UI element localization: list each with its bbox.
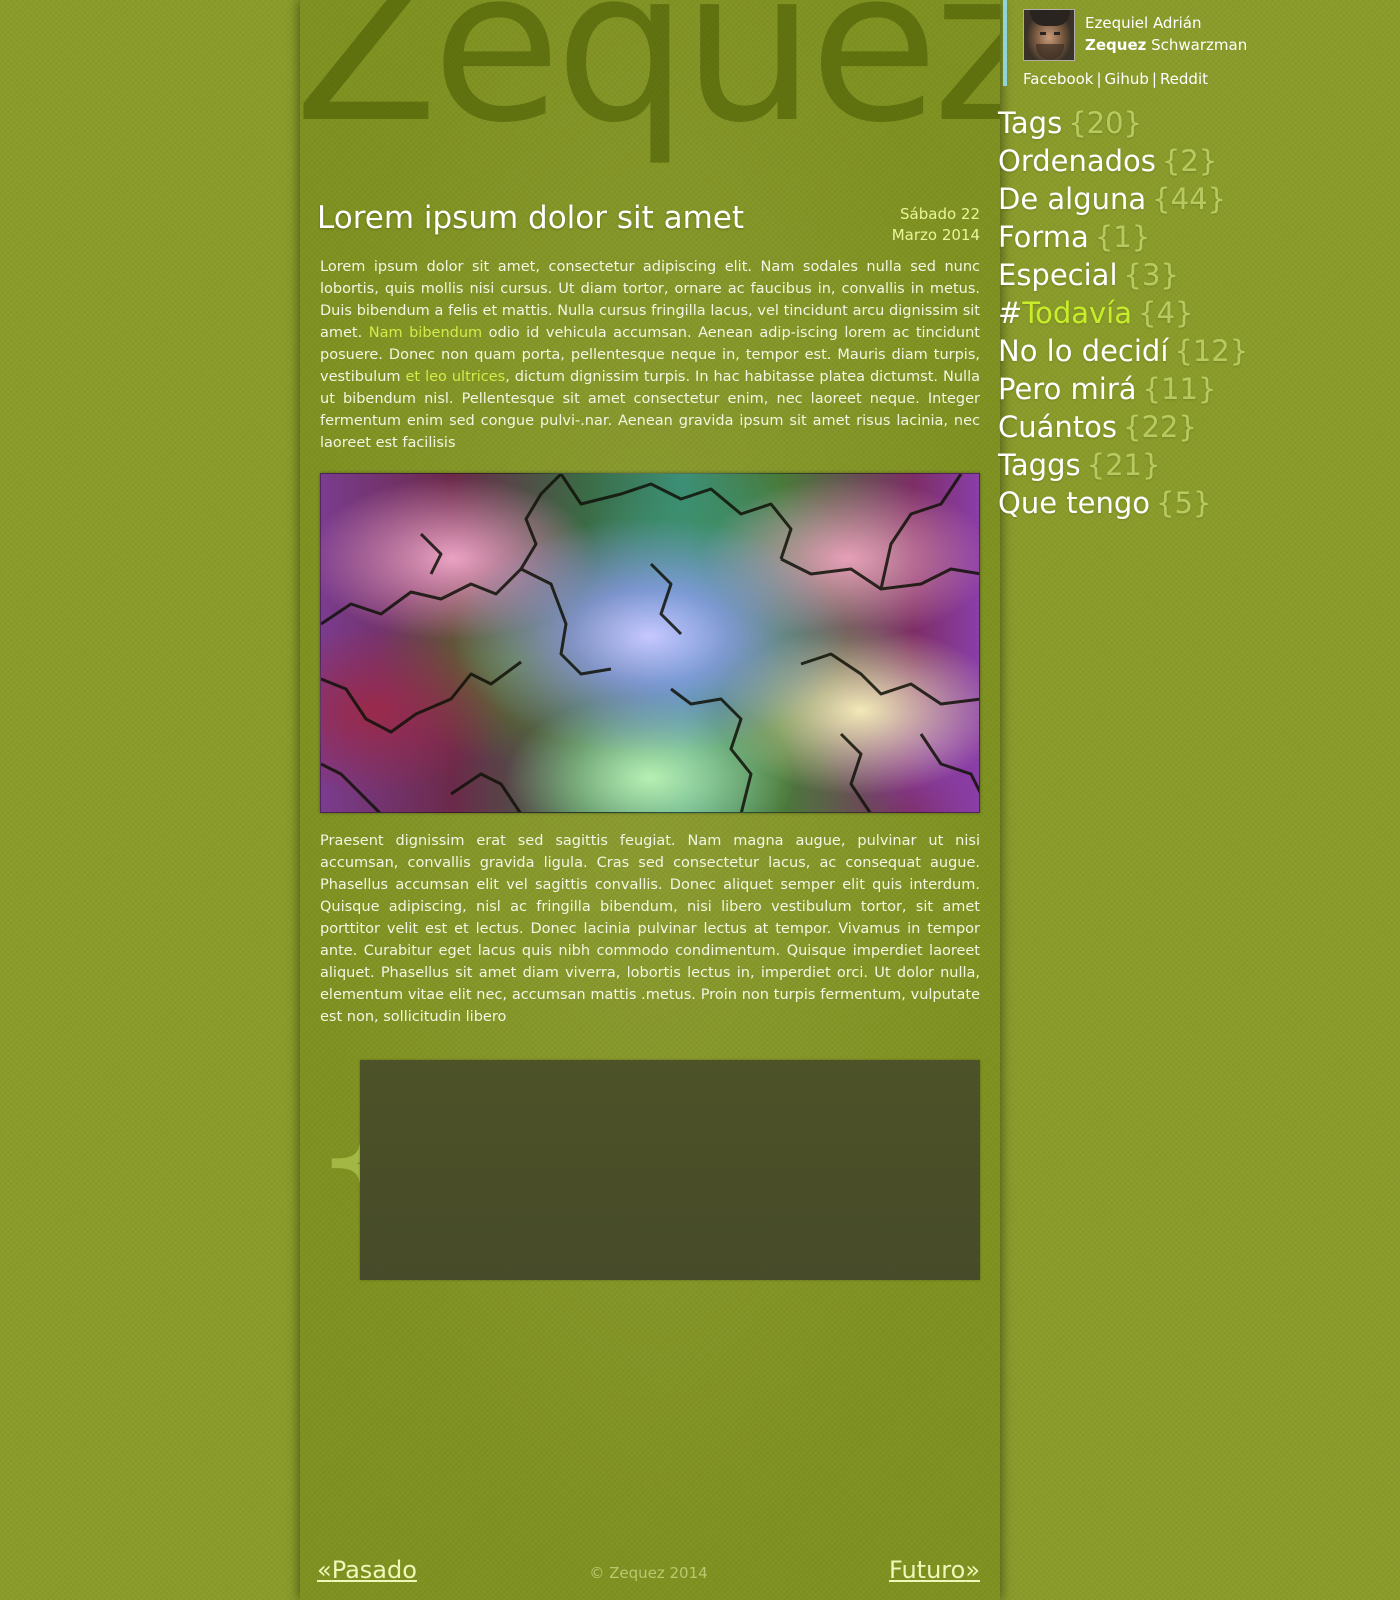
- tag-count: {22}: [1123, 410, 1197, 444]
- tag-label: Especial: [998, 258, 1118, 292]
- profile-accent-bar: [1003, 0, 1007, 86]
- tag-item-ordenados[interactable]: Ordenados {2}: [998, 142, 1400, 180]
- avatar[interactable]: [1023, 9, 1075, 61]
- tag-hash: #: [998, 296, 1023, 330]
- post-header: Lorem ipsum dolor sit amet Sábado 22 Mar…: [317, 200, 980, 250]
- post-hero-image: [320, 473, 980, 813]
- social-links: Facebook | Gihub | Reddit: [1023, 70, 1208, 88]
- profile-name-bold: Zequez: [1085, 36, 1147, 54]
- tag-count: {21}: [1086, 448, 1161, 482]
- embed-section: {: [308, 1050, 980, 1280]
- tag-label: Taggs: [998, 448, 1081, 482]
- embed-placeholder-box[interactable]: [360, 1060, 980, 1280]
- tag-label: Forma: [998, 220, 1089, 254]
- inline-link-nam-bibendum[interactable]: Nam bibendum: [369, 325, 482, 341]
- tag-count: {1}: [1094, 220, 1151, 254]
- post-title[interactable]: Lorem ipsum dolor sit amet: [317, 200, 744, 236]
- tag-label: Cuántos: [998, 410, 1118, 444]
- profile-card: Ezequiel Adrián Zequez Schwarzman Facebo…: [1003, 0, 1303, 88]
- copyright-text: © Zequez 2014: [589, 1564, 708, 1582]
- tag-item-que-tengo[interactable]: Que tengo {5}: [998, 484, 1400, 522]
- tag-label: Pero mirá: [998, 372, 1137, 406]
- tag-count: {4}: [1138, 296, 1194, 330]
- tag-count: {11}: [1142, 372, 1217, 406]
- tag-count: {12}: [1174, 334, 1249, 368]
- tag-item-todavia[interactable]: #Todavía {4}: [998, 294, 1400, 332]
- hero-crack-lines: [321, 474, 979, 812]
- tag-label: No lo decidí: [998, 334, 1169, 368]
- tag-count: {2}: [1161, 144, 1218, 178]
- main-column: Zequez Lorem ipsum dolor sit amet Sábado…: [300, 0, 1000, 1600]
- sidebar: Ezequiel Adrián Zequez Schwarzman Facebo…: [998, 0, 1400, 1600]
- tag-count: {5}: [1156, 486, 1212, 520]
- tag-item-especial[interactable]: Especial {3}: [998, 256, 1400, 294]
- post-date-month-year: Marzo 2014: [891, 226, 980, 244]
- tag-label: Que tengo: [998, 486, 1151, 520]
- profile-name-rest: Schwarzman: [1146, 36, 1248, 54]
- tag-item-de-alguna[interactable]: De alguna {44}: [998, 180, 1400, 218]
- post-date-day: Sábado 22: [900, 205, 980, 223]
- next-page-label: Futuro: [888, 1556, 966, 1584]
- reddit-link[interactable]: Reddit: [1160, 70, 1208, 88]
- tag-label: Tags: [998, 106, 1063, 140]
- post-paragraph-1: Lorem ipsum dolor sit amet, consectetur …: [320, 256, 980, 454]
- profile-name-line-1: Ezequiel Adrián: [1085, 14, 1202, 32]
- tag-item-forma[interactable]: Forma {1}: [998, 218, 1400, 256]
- tag-label: De alguna: [998, 182, 1147, 216]
- post-date: Sábado 22 Marzo 2014: [892, 204, 980, 246]
- tag-count: {20}: [1068, 106, 1143, 140]
- pagination: «Pasado © Zequez 2014 Futuro»: [317, 1556, 980, 1592]
- post-paragraph-2: Praesent dignissim erat sed sagittis feu…: [320, 833, 980, 1025]
- double-right-arrow-icon: »: [965, 1556, 980, 1584]
- tag-item-pero-mira[interactable]: Pero mirá {11}: [998, 370, 1400, 408]
- tag-label: Todavía: [1022, 296, 1133, 330]
- inline-link-et-leo-ultrices[interactable]: et leo ultrices: [405, 369, 505, 385]
- github-link[interactable]: Gihub: [1105, 70, 1149, 88]
- next-page-link[interactable]: Futuro»: [889, 1556, 980, 1584]
- tag-list: Tags {20} Ordenados {2} De alguna {44} Form…: [998, 104, 1400, 522]
- tag-count: {3}: [1123, 258, 1179, 292]
- facebook-link[interactable]: Facebook: [1023, 70, 1093, 88]
- tag-item-cuantos[interactable]: Cuántos {22}: [998, 408, 1400, 446]
- site-brand-watermark: Zequez: [300, 0, 1000, 169]
- tag-item-taggs[interactable]: Taggs {21}: [998, 446, 1400, 484]
- tag-count: {44}: [1152, 182, 1226, 216]
- tag-item-no-lo-decidi[interactable]: No lo decidí {12}: [998, 332, 1400, 370]
- tag-label: Ordenados: [998, 144, 1156, 178]
- link-separator: |: [1096, 70, 1102, 88]
- link-separator: |: [1151, 70, 1157, 88]
- profile-name-line-2: Zequez Schwarzman: [1085, 36, 1247, 54]
- tag-item-tags[interactable]: Tags {20}: [998, 104, 1400, 142]
